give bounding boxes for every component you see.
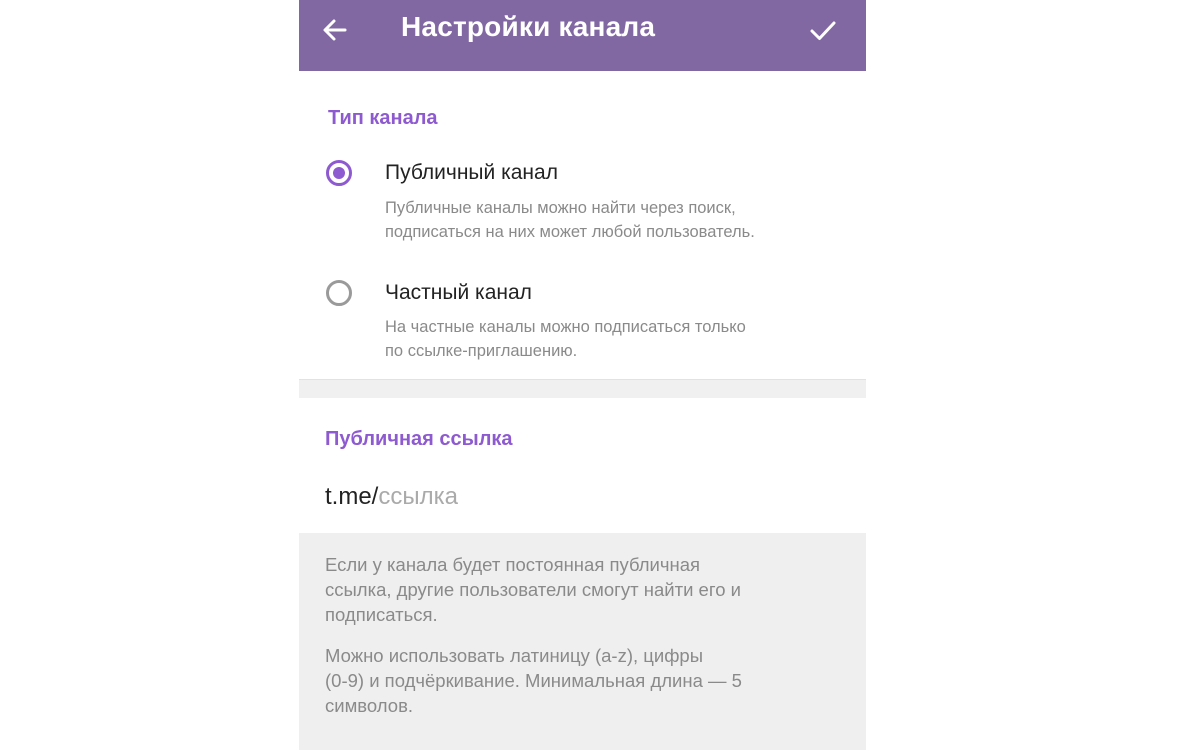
app-bar: Настройки канала (299, 0, 866, 71)
channel-type-header: Тип канала (328, 107, 438, 129)
section-divider (299, 379, 866, 398)
link-prefix: t.me/ (325, 483, 379, 510)
link-input[interactable] (378, 483, 579, 511)
info-paragraph-1: Если у канала будет постоянная публичная… (325, 554, 741, 625)
page-title: Настройки канала (401, 11, 656, 42)
checkmark-icon[interactable] (807, 14, 839, 46)
option-title-public: Публичный канал (385, 161, 558, 184)
option-title-private: Частный канал (385, 281, 532, 304)
option-description-private: На частные каналы можно подписаться толь… (385, 318, 746, 360)
radio-button-public[interactable] (326, 160, 352, 186)
public-link-header: Публичная ссылка (325, 428, 513, 450)
option-description-public: Публичные каналы можно найти через поиск… (385, 199, 755, 241)
info-paragraph-2: Можно использовать латиницу (a-z), цифры… (325, 645, 742, 716)
public-link-field[interactable]: t.me/ (325, 483, 579, 511)
channel-settings-screen: Настройки канала Тип канала Публичный ка… (299, 0, 866, 750)
radio-button-private[interactable] (326, 280, 352, 306)
info-panel: Если у канала будет постоянная публичная… (299, 533, 866, 750)
arrow-left-icon[interactable] (319, 14, 351, 46)
